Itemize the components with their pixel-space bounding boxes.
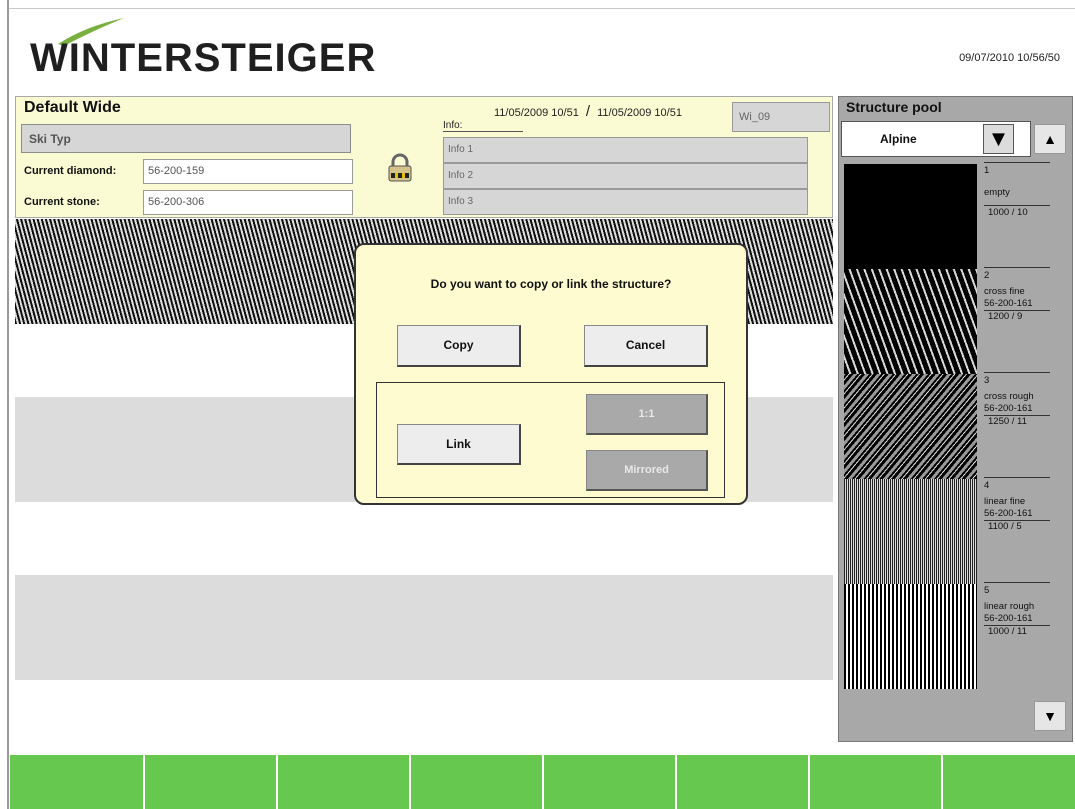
pool-item-1-value: 1000 / 10 [988, 207, 1028, 218]
function-key-6[interactable] [677, 755, 808, 809]
function-key-divider [675, 755, 677, 809]
structure-slot-3[interactable] [15, 575, 833, 680]
pool-item-3-value: 1250 / 11 [988, 416, 1027, 427]
one-to-one-button[interactable]: 1:1 [586, 394, 708, 435]
pool-item-3-number: 3 [984, 375, 990, 386]
pool-item-5-name: linear rough [984, 601, 1035, 612]
info-field-1[interactable]: Info 1 [443, 137, 808, 163]
pool-item-3-code: 56-200-161 [984, 403, 1033, 414]
function-key-5[interactable] [544, 755, 675, 809]
brand-logo: WINTERSTEIGER [30, 36, 377, 80]
link-button[interactable]: Link [397, 424, 521, 465]
function-key-divider [143, 755, 145, 809]
pool-item-5-value: 1000 / 11 [988, 626, 1027, 637]
scroll-up-button[interactable]: ▲ [1034, 124, 1066, 154]
function-key-4[interactable] [411, 755, 542, 809]
pool-item-4-number: 4 [984, 480, 990, 491]
scroll-down-button[interactable]: ▼ [1034, 701, 1066, 731]
pool-divider [984, 582, 1050, 583]
pool-item-5-code: 56-200-161 [984, 613, 1033, 624]
current-diamond-field[interactable]: 56-200-159 [143, 159, 353, 184]
cancel-button[interactable]: Cancel [584, 325, 708, 367]
function-key-divider [542, 755, 544, 809]
current-stone-field[interactable]: 56-200-306 [143, 190, 353, 215]
info-label: Info: [443, 120, 523, 132]
dialog-question: Do you want to copy or link the structur… [430, 277, 672, 291]
page-title: Default Wide [24, 99, 121, 116]
copy-button[interactable]: Copy [397, 325, 521, 367]
function-key-divider [409, 755, 411, 809]
pool-divider [984, 205, 1050, 206]
function-key-1[interactable] [10, 755, 143, 809]
pool-item-2-number: 2 [984, 270, 990, 281]
pool-item-3-name: cross rough [984, 391, 1034, 402]
date-separator: / [585, 103, 591, 120]
function-key-7[interactable] [810, 755, 941, 809]
pool-divider [984, 267, 1050, 268]
pool-divider [984, 477, 1050, 478]
function-key-divider [276, 755, 278, 809]
function-key-3[interactable] [278, 755, 409, 809]
pool-divider [984, 372, 1050, 373]
pool-divider [984, 162, 1050, 163]
function-key-2[interactable] [145, 755, 276, 809]
info-field-3[interactable]: Info 3 [443, 189, 808, 215]
current-diamond-label: Current diamond: [24, 165, 117, 177]
pool-item-4-swatch[interactable] [844, 479, 977, 584]
function-key-divider [941, 755, 943, 809]
current-stone-label: Current stone: [24, 196, 100, 208]
ski-type-field[interactable]: Ski Typ [21, 124, 351, 153]
structure-code-field[interactable]: Wi_09 [732, 102, 830, 132]
pool-item-4-name: linear fine [984, 496, 1026, 507]
info-field-2[interactable]: Info 2 [443, 163, 808, 189]
date-from: 11/05/2009 10/51 [494, 107, 579, 119]
date-to: 11/05/2009 10/51 [597, 107, 682, 119]
mirrored-button[interactable]: Mirrored [586, 450, 708, 491]
pool-item-5-swatch[interactable] [844, 584, 977, 689]
structure-pool-title: Structure pool [846, 99, 942, 115]
window-left-border [7, 0, 9, 809]
date-range: 11/05/2009 10/51 / 11/05/2009 10/51 [494, 103, 682, 120]
pool-item-3-swatch[interactable] [844, 374, 977, 479]
pool-item-2-code: 56-200-161 [984, 298, 1033, 309]
pool-item-1-swatch[interactable] [844, 164, 977, 269]
padlock-icon[interactable] [387, 153, 413, 183]
pool-item-2-swatch[interactable] [844, 269, 977, 374]
pool-item-1-number: 1 [984, 165, 990, 176]
pool-item-4-code: 56-200-161 [984, 508, 1033, 519]
pool-item-1-name: empty [984, 187, 1010, 198]
pool-item-4-value: 1100 / 5 [988, 521, 1022, 532]
pool-item-2-name: cross fine [984, 286, 1025, 297]
function-key-8[interactable] [943, 755, 1075, 809]
current-datetime: 09/07/2010 10/56/50 [959, 52, 1060, 64]
dropdown-arrow-icon[interactable]: ▼ [983, 124, 1014, 154]
pool-item-5-number: 5 [984, 585, 990, 596]
function-key-divider [808, 755, 810, 809]
pool-item-2-value: 1200 / 9 [988, 311, 1023, 322]
window-top-border [7, 8, 1075, 9]
